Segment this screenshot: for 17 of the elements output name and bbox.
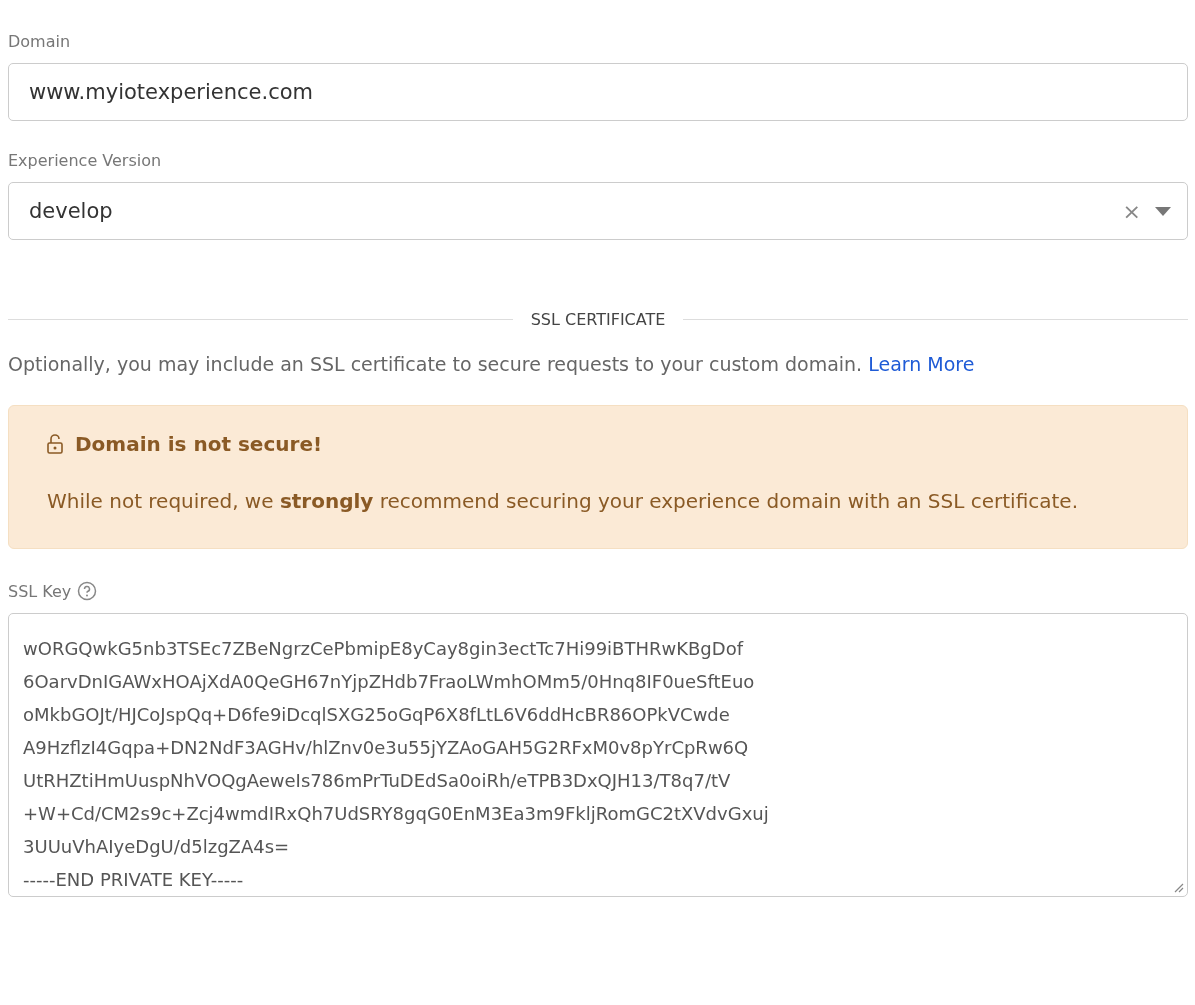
section-description: Optionally, you may include an SSL certificate to secure requests to your custom domain. Learn More [8, 353, 976, 375]
caret-icon[interactable] [1155, 206, 1171, 216]
ssl-key-textarea[interactable]: wORGQwkG5nb3TSEc7ZBeNgrzCePbmipE8yCay8gin3ectTc7Hi99iBTHRwKBgDof 6OarvDnIGAWxHOAjXdA0QeGH67nYjpZHdb7FraoLWmhOMm5/0Hnq8IF0ueSftEuo oMkbGOJt/HJCoJspQq+D6fe9iDcqlSXG25oGqP6X8fLtL6V6ddHcBR86OPkVCwde A9HzflzI4Gqpa+DN2NdF3AGHv/hlZnv0e3u55jYZAoGAH5G2RFxM0v8pYrCpRw6Q UtRHZtiHmUuspNhVOQgAeweIs786mPrTuDEdSa0oiRh/eTPB3DxQJH13/T8q7/tV +W+Cd/CM2s9c+Zcj4wmdIRxQh7UdSRY8gqG0EnM3Ea3m9FkljRomGC2tXVdvGxuj 3UUuVhAIyeDgU/d5lzgZA4s= -----END PRIVATE KEY----- [8, 613, 1188, 897]
learn-more-link[interactable]: Learn More [868, 353, 975, 375]
alert-message: While not required, we strongly recommend securing your experience domain with an SSL certificate. [47, 488, 1079, 515]
section-heading: SSL CERTIFICATE [530, 310, 666, 329]
version-select[interactable]: develop × [8, 182, 1188, 240]
field-label: SSL Key [8, 581, 72, 601]
select-value: develop [29, 199, 113, 223]
domain-input[interactable]: www.myiotexperience.com [8, 63, 1188, 121]
resize-grip-icon[interactable] [1174, 883, 1184, 893]
help-icon[interactable] [77, 581, 98, 601]
field-label: Domain [8, 32, 72, 51]
alert-title: Domain is not secure! [75, 432, 323, 456]
clear-button[interactable]: × [1122, 198, 1141, 224]
lock-icon [47, 434, 63, 454]
field-label: Experience Version [8, 151, 163, 170]
